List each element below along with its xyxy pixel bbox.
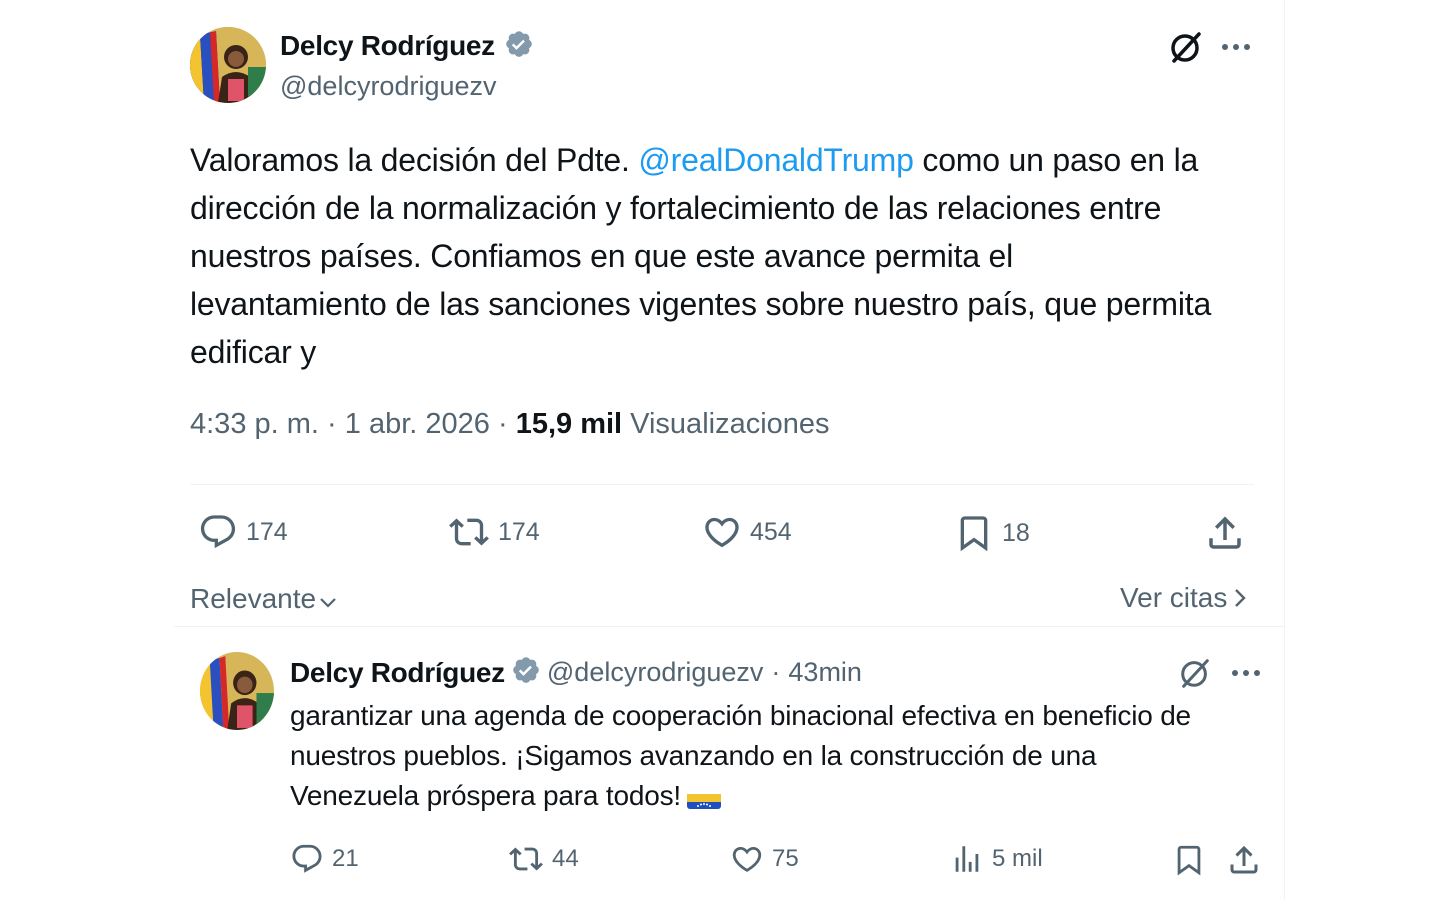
view-quotes-link[interactable]: Ver citas	[1120, 580, 1247, 616]
like-button[interactable]: 454	[702, 512, 792, 552]
verified-badge-icon	[504, 29, 534, 66]
bookmark-count: 18	[1002, 518, 1030, 547]
like-count: 454	[750, 517, 792, 546]
meta-separator: ·	[497, 408, 508, 440]
divider	[174, 626, 1284, 627]
more-icon[interactable]	[1230, 658, 1262, 693]
reply-icon	[290, 842, 324, 876]
sort-dropdown[interactable]: Relevante	[190, 580, 338, 618]
repost-icon	[508, 842, 544, 876]
reply-text-line-last: Venezuela próspera para todos!	[290, 776, 1270, 816]
tweet-text: Valoramos la decisión del Pdte. @realDon…	[190, 136, 1270, 376]
author-name[interactable]: Delcy Rodríguez	[280, 30, 495, 61]
tweet-meta: 4:33 p. m. · 1 abr. 2026 · 15,9 mil Visu…	[190, 408, 830, 441]
bookmark-icon	[954, 512, 994, 554]
meta-separator: ·	[327, 408, 337, 440]
tweet-text-segment: como un paso en la	[913, 142, 1199, 178]
tweet-time[interactable]: 4:33 p. m.	[190, 408, 319, 440]
repost-count: 44	[552, 845, 579, 872]
reply-text-line: nuestros pueblos. ¡Sigamos avanzando en …	[290, 740, 1097, 771]
views-label: Visualizaciones	[630, 408, 830, 440]
verified-badge-icon	[511, 655, 541, 690]
reply-text: garantizar una agenda de cooperación bin…	[290, 696, 1270, 816]
tweet-text-line: nuestros países. Confiamos en que este a…	[190, 238, 1014, 274]
tweet-text-line: levantamiento de las sanciones vigentes …	[190, 286, 1212, 322]
repost-icon	[448, 512, 490, 552]
bookmark-icon	[1172, 842, 1206, 878]
divider	[190, 484, 1254, 485]
tweet-text-line: edificar y	[190, 334, 317, 370]
grok-icon[interactable]	[1178, 656, 1212, 695]
reply-count: 21	[332, 845, 359, 872]
repost-button[interactable]: 44	[508, 842, 579, 876]
more-icon[interactable]	[1220, 32, 1252, 67]
chevron-down-icon	[318, 586, 338, 618]
like-count: 75	[772, 845, 799, 872]
repost-count: 174	[498, 517, 540, 546]
reply-button[interactable]: 21	[290, 842, 359, 876]
reply-count: 174	[246, 517, 288, 546]
reply-text-segment: Venezuela próspera para todos!	[290, 780, 681, 811]
tweet-age[interactable]: 43min	[788, 657, 862, 688]
heart-icon	[730, 842, 764, 876]
sort-label: Relevante	[190, 583, 317, 614]
bookmark-button[interactable]	[1172, 842, 1206, 878]
tweet-text-line: Valoramos la decisión del Pdte. @realDon…	[190, 136, 1270, 184]
share-button[interactable]	[1204, 512, 1246, 554]
like-button[interactable]: 75	[730, 842, 799, 876]
heart-icon	[702, 512, 742, 552]
reply-text-line: garantizar una agenda de cooperación bin…	[290, 700, 1191, 731]
grok-icon[interactable]	[1168, 29, 1204, 70]
author-name[interactable]: Delcy Rodríguez	[290, 657, 505, 689]
tweet-text-line: dirección de la normalización y fortalec…	[190, 190, 1162, 226]
avatar[interactable]	[200, 652, 274, 730]
share-icon	[1226, 842, 1262, 878]
timeline-border	[1284, 0, 1285, 900]
venezuela-flag-emoji	[686, 787, 721, 809]
views-count: 15,9 mil	[515, 408, 623, 440]
bookmark-button[interactable]: 18	[954, 512, 1030, 554]
tweet-date[interactable]: 1 abr. 2026	[345, 408, 490, 440]
author-name-row[interactable]: Delcy Rodríguez	[280, 29, 534, 66]
reply-button[interactable]: 174	[198, 512, 288, 552]
author-handle[interactable]: @delcyrodriguezv	[547, 657, 764, 688]
reply-icon	[198, 512, 238, 552]
share-icon	[1204, 512, 1246, 554]
tweet-text-segment: Valoramos la decisión del Pdte.	[190, 142, 639, 178]
views-count: 5 mil	[992, 845, 1043, 872]
header-separator: ·	[771, 657, 781, 687]
avatar[interactable]	[190, 27, 266, 103]
repost-button[interactable]: 174	[448, 512, 540, 552]
mention-link[interactable]: @realDonaldTrump	[638, 142, 914, 178]
analytics-icon	[950, 842, 984, 876]
chevron-right-icon	[1233, 584, 1247, 616]
view-quotes-label: Ver citas	[1120, 582, 1228, 613]
reply-header: Delcy Rodríguez @delcyrodriguezv · 43min	[290, 655, 862, 690]
author-handle[interactable]: @delcyrodriguezv	[280, 71, 497, 102]
share-button[interactable]	[1226, 842, 1262, 878]
views-button[interactable]: 5 mil	[950, 842, 1043, 876]
